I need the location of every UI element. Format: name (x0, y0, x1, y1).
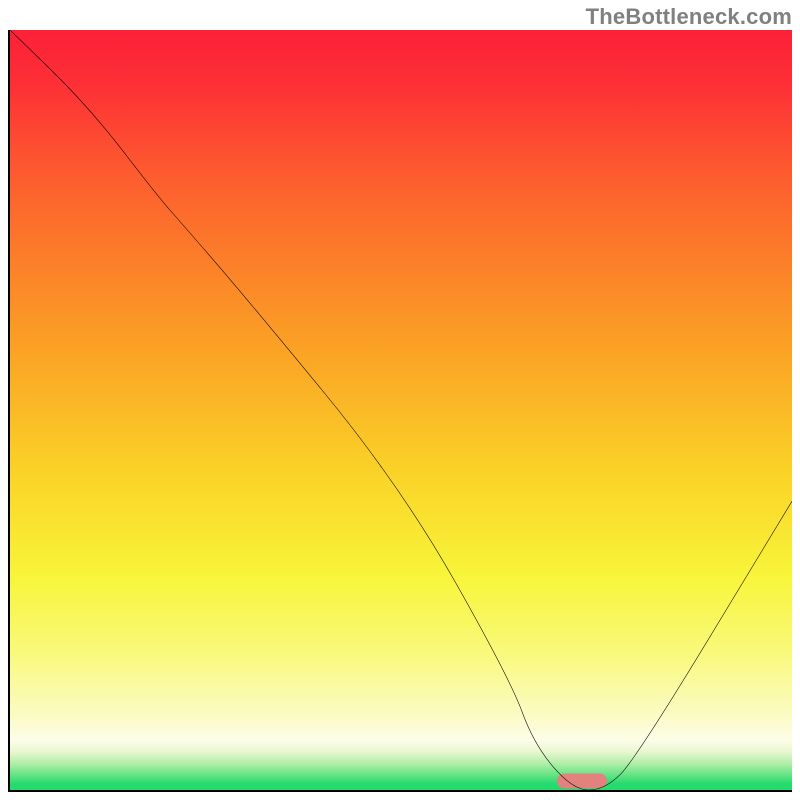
background-gradient (10, 30, 792, 790)
chart-container: TheBottleneck.com (0, 0, 800, 800)
optimal-marker (557, 773, 607, 788)
watermark-text: TheBottleneck.com (586, 4, 792, 30)
plot-area (8, 30, 792, 792)
